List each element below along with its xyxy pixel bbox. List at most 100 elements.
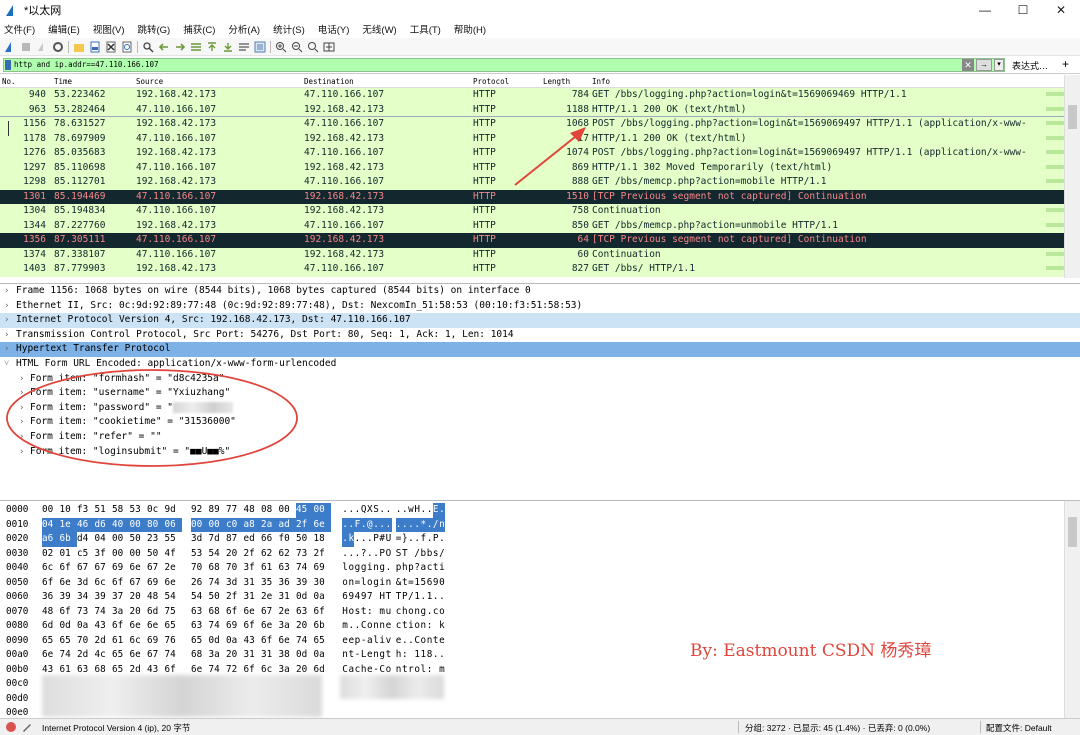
hex-byte[interactable]: 58 [112, 503, 130, 518]
hex-byte[interactable]: 0d [296, 590, 314, 605]
packet-row[interactable]: 1156 78.631527 192.168.42.173 47.110.166.10… [0, 116, 1065, 133]
hex-byte[interactable]: 6e [279, 634, 297, 649]
packet-row[interactable]: 1178 78.697909 47.110.166.107 192.168.42.17… [0, 131, 1064, 146]
hex-byte[interactable]: 77 [226, 503, 244, 518]
zoom-out-icon[interactable] [291, 41, 303, 53]
minimize-button[interactable]: — [966, 0, 1004, 20]
hex-byte[interactable]: 50 [296, 532, 314, 547]
hex-byte[interactable]: 69 [147, 576, 165, 591]
hex-byte[interactable]: 62 [261, 547, 279, 562]
hex-byte[interactable]: 69 [112, 561, 130, 576]
hex-byte[interactable]: 6f [261, 634, 279, 649]
packet-list-scrollbar[interactable] [1064, 75, 1080, 278]
hex-byte[interactable]: a8 [243, 517, 261, 532]
hex-byte[interactable]: 6e [130, 561, 148, 576]
hex-byte[interactable]: 74 [209, 619, 227, 634]
menu-go[interactable]: 跳转(G) [137, 22, 170, 36]
hex-byte[interactable]: 69 [147, 634, 165, 649]
hex-byte[interactable]: 65 [314, 634, 332, 649]
hex-byte[interactable]: 3d [226, 576, 244, 591]
hex-byte[interactable]: 20 [130, 605, 148, 620]
ascii-dump[interactable]: ...QXS.. ..wH..E. [342, 503, 445, 518]
hex-byte[interactable]: 2e [261, 590, 279, 605]
hex-byte[interactable]: 67 [95, 561, 113, 576]
hex-byte[interactable]: 74 [296, 561, 314, 576]
expand-arrow-icon[interactable]: › [4, 328, 9, 343]
expert-info-icon[interactable] [6, 722, 16, 732]
hex-byte[interactable]: 46 [77, 517, 95, 532]
bytes-scroll-thumb[interactable] [1068, 517, 1077, 547]
column-time[interactable]: Time [54, 77, 72, 86]
hex-dump[interactable]: 02 01 c5 3f 00 00 50 4f 53 54 20 2f 62 62 73 2f [42, 547, 331, 562]
hex-byte[interactable]: 61 [261, 561, 279, 576]
column-no[interactable]: No. [2, 77, 16, 86]
form-item-row[interactable]: › Form item: "formhash" = "d8c4235a" [0, 372, 1080, 387]
hex-byte[interactable]: 67 [147, 648, 165, 663]
filter-bookmark-icon[interactable] [5, 60, 11, 70]
resize-columns-icon[interactable] [323, 41, 335, 53]
colorize-icon[interactable] [254, 41, 266, 53]
shark-fin-start-icon[interactable] [4, 41, 16, 53]
hex-dump[interactable]: 6e 74 2d 4c 65 6e 67 74 68 3a 20 31 31 38 0d 0a [42, 648, 331, 663]
capture-comment-icon[interactable] [22, 722, 32, 732]
hex-byte[interactable]: 65 [60, 634, 78, 649]
hex-byte[interactable]: 2d [77, 648, 95, 663]
hex-byte[interactable]: 43 [95, 619, 113, 634]
clear-filter-button[interactable]: ✕ [962, 59, 974, 71]
hex-byte[interactable]: 6b [314, 619, 332, 634]
hex-byte[interactable]: 00 [112, 547, 130, 562]
hex-byte[interactable]: 76 [165, 634, 183, 649]
hex-byte[interactable]: 35 [261, 576, 279, 591]
expand-arrow-icon[interactable]: ˅ [4, 357, 9, 372]
hex-byte[interactable]: 67 [77, 561, 95, 576]
packet-row[interactable]: 1297 85.110698 47.110.166.107 192.168.42.17… [0, 160, 1064, 175]
hex-byte[interactable]: 50 [209, 590, 227, 605]
column-info[interactable]: Info [592, 77, 610, 86]
close-file-icon[interactable] [105, 41, 117, 53]
hex-byte[interactable]: 1e [59, 517, 77, 532]
hex-byte[interactable]: 10 [60, 503, 78, 518]
hex-byte[interactable]: 31 [244, 648, 262, 663]
hex-byte[interactable]: 6f [42, 576, 60, 591]
protocol-tree-row[interactable]: › Ethernet II, Src: 0c:9d:92:89:77:48 (0c… [0, 299, 1080, 314]
packet-row[interactable]: 1304 85.194834 47.110.166.107 192.168.42.17… [0, 204, 1064, 219]
hex-byte[interactable]: d6 [94, 517, 112, 532]
hex-byte[interactable]: 89 [209, 503, 227, 518]
hex-byte[interactable]: f3 [77, 503, 95, 518]
hex-byte[interactable]: 74 [209, 576, 227, 591]
hex-byte[interactable]: f0 [279, 532, 297, 547]
hex-byte[interactable]: 68 [209, 561, 227, 576]
hex-byte[interactable]: 63 [191, 619, 209, 634]
hex-byte[interactable]: 6e [42, 648, 60, 663]
menu-analyze[interactable]: 分析(A) [228, 22, 260, 36]
hex-byte[interactable]: 39 [95, 590, 113, 605]
hex-byte[interactable]: 67 [130, 576, 148, 591]
hex-byte[interactable]: 73 [77, 605, 95, 620]
hex-dump[interactable]: 65 65 70 2d 61 6c 69 76 65 0d 0a 43 6f 6e 74 65 [42, 634, 331, 649]
ascii-dump[interactable]: ..F.@... ....*./n [342, 517, 445, 532]
hex-byte[interactable]: 65 [112, 648, 130, 663]
hex-byte[interactable]: 00 [191, 517, 209, 532]
hex-byte[interactable]: 0c [147, 503, 165, 518]
expand-arrow-icon[interactable]: › [4, 342, 9, 357]
save-file-icon[interactable] [89, 41, 101, 53]
hex-byte[interactable]: 0a [77, 619, 95, 634]
form-item-row[interactable]: › Form item: "username" = "Yxiuzhang" [0, 386, 1080, 401]
column-protocol[interactable]: Protocol [473, 77, 509, 86]
hex-byte[interactable]: 66 [261, 532, 279, 547]
hex-byte[interactable]: c5 [77, 547, 95, 562]
hex-byte[interactable]: 69 [226, 619, 244, 634]
hex-byte[interactable]: 6e [60, 576, 78, 591]
hex-byte[interactable]: 37 [112, 590, 130, 605]
hex-byte[interactable]: 63 [296, 605, 314, 620]
hex-byte[interactable]: 00 [313, 503, 331, 518]
hex-byte[interactable]: 20 [296, 619, 314, 634]
packet-row[interactable]: 1298 85.112701 192.168.42.173 47.110.166.10… [0, 175, 1064, 190]
menu-edit[interactable]: 编辑(E) [48, 22, 80, 36]
protocol-tree-row[interactable]: › Internet Protocol Version 4, Src: 192.1… [0, 313, 1080, 328]
hex-byte[interactable]: 48 [42, 605, 60, 620]
hex-byte[interactable]: 0d [296, 648, 314, 663]
packet-row[interactable]: 1356 87.305111 47.110.166.107 192.168.42.17… [0, 233, 1064, 248]
hex-byte[interactable]: 6c [42, 561, 60, 576]
hex-byte[interactable]: 48 [147, 590, 165, 605]
